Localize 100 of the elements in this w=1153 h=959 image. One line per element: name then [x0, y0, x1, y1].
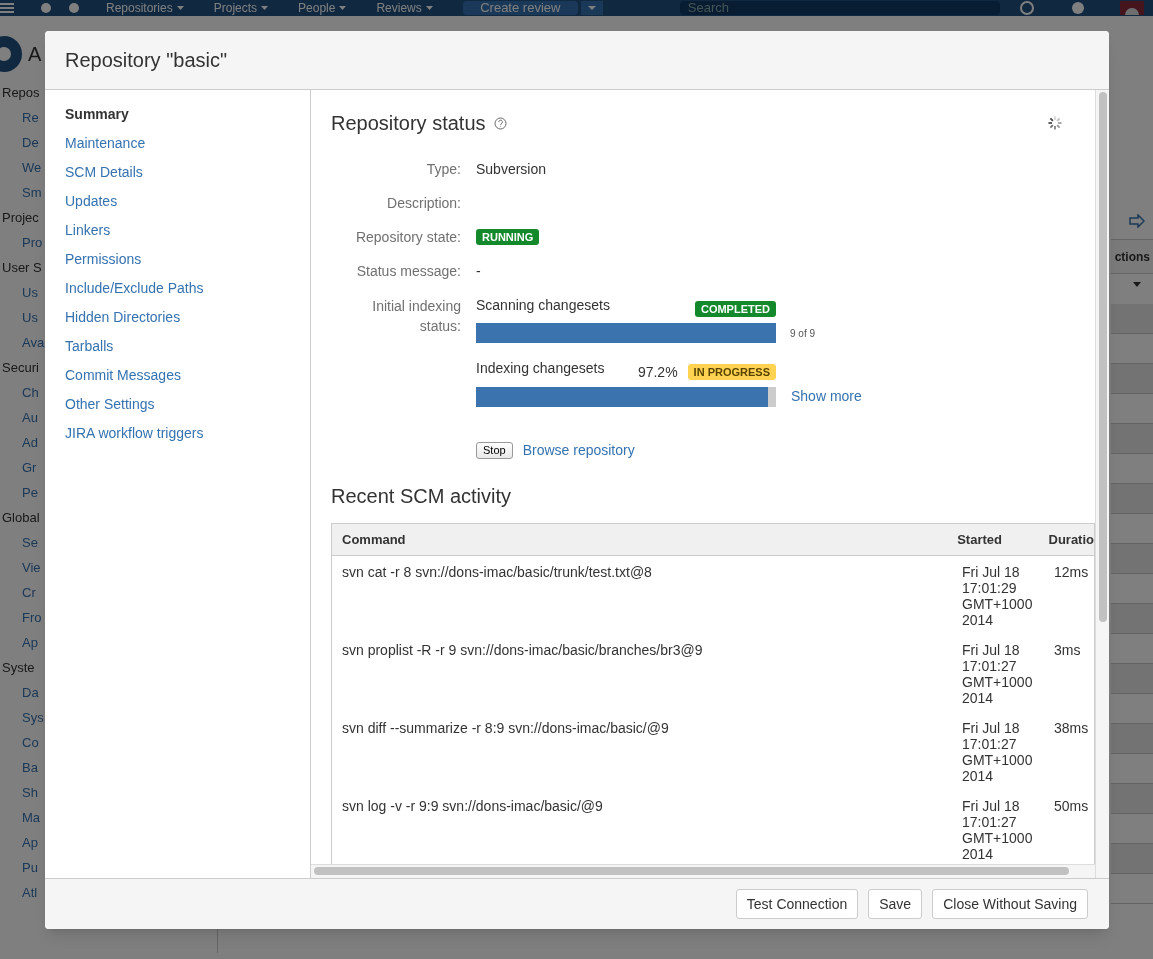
field-label: Status message:	[355, 262, 461, 281]
sidebar-item[interactable]: Sm	[0, 180, 42, 205]
sidebar-item[interactable]: Atl	[0, 880, 38, 905]
caret-icon	[176, 6, 184, 10]
create-review-button[interactable]: Create review	[462, 1, 578, 15]
percent-text: 97.2%	[637, 364, 678, 380]
started-cell-text: Fri Jul 18 17:01:29 GMT+1000 2014	[961, 564, 1034, 628]
sidebar-item[interactable]: Sh	[0, 780, 38, 805]
sidebar-item[interactable]: We	[0, 155, 42, 180]
nav-menu[interactable]: Reviews	[376, 1, 422, 15]
column-header: Command	[341, 530, 407, 549]
help-icon[interactable]	[493, 116, 507, 130]
sidebar-item[interactable]: Sys	[0, 705, 44, 730]
sidebar-item[interactable]: Us	[0, 305, 38, 330]
sidebar-item[interactable]: Au	[0, 405, 38, 430]
horizontal-scrollbar[interactable]	[314, 867, 1069, 875]
started-cell-text: Fri Jul 18 17:01:27 GMT+1000 2014	[961, 720, 1034, 784]
sidebar-heading: Syste	[1, 659, 35, 677]
status-lozenge: RUNNING	[476, 229, 540, 245]
caret-icon	[339, 6, 347, 10]
show-more-link[interactable]: Show more	[791, 386, 862, 407]
stop-button[interactable]: Stop	[476, 442, 513, 459]
sidebar-item[interactable]: Ad	[0, 430, 38, 455]
sidebar-item[interactable]: Ap	[0, 830, 38, 855]
command-cell-text: svn log -v -r 9:9 svn://dons-imac/basic/@9	[341, 798, 604, 816]
sidebar-item[interactable]: De	[0, 130, 39, 155]
nav-link[interactable]: Tarballs	[65, 332, 114, 361]
search-field[interactable]: Search	[679, 1, 1000, 15]
task-label: Scanning changesets	[476, 296, 610, 314]
sidebar-item[interactable]: Ba	[0, 755, 38, 780]
vertical-scrollbar[interactable]	[1099, 92, 1107, 622]
nav-link[interactable]: Summary	[65, 100, 129, 129]
nav-link[interactable]: Other Settings	[65, 390, 155, 419]
sidebar-heading: Projec	[1, 209, 39, 227]
table-row	[1111, 484, 1153, 514]
duration-cell-text: 50ms	[1053, 798, 1089, 816]
sidebar-item[interactable]: Se	[0, 530, 38, 555]
status-lozenge: COMPLETED	[694, 301, 776, 317]
nav-link[interactable]: JIRA workflow triggers	[65, 419, 204, 448]
sidebar-item[interactable]: Re	[0, 105, 39, 130]
field-value: Subversion	[476, 159, 547, 179]
sidebar-item[interactable]: Ma	[0, 805, 41, 830]
field-label: Type:	[425, 160, 461, 179]
started-cell-text: Fri Jul 18 17:01:27 GMT+1000 2014	[961, 642, 1034, 706]
sidebar-item[interactable]: Cr	[0, 580, 36, 605]
sidebar-item[interactable]: Pu	[0, 855, 38, 880]
nav-menu[interactable]: Repositories	[106, 1, 173, 15]
nav-link[interactable]: Linkers	[65, 216, 111, 245]
footer-button[interactable]: Close Without Saving	[932, 889, 1088, 919]
nav-link[interactable]: SCM Details	[65, 158, 143, 187]
sidebar-heading: Repos	[1, 84, 40, 102]
arrow-right-icon[interactable]	[1129, 214, 1145, 228]
caret-icon	[261, 6, 269, 10]
task-label: Indexing changesets	[476, 359, 605, 377]
sidebar-item[interactable]: Us	[0, 280, 38, 305]
field-value: -	[476, 261, 481, 281]
caret-icon	[425, 6, 433, 10]
nav-link[interactable]: Hidden Directories	[65, 303, 181, 332]
footer-button[interactable]: Save	[868, 889, 923, 919]
page-title: A	[28, 42, 42, 67]
sidebar-item[interactable]: Ava	[0, 330, 45, 355]
nav-link[interactable]: Maintenance	[65, 129, 146, 158]
dropdown-icon[interactable]	[580, 1, 603, 15]
duration-cell-text: 38ms	[1053, 720, 1089, 738]
status-lozenge: IN PROGRESS	[687, 364, 776, 380]
avatar-icon[interactable]	[1119, 1, 1144, 15]
sidebar-item[interactable]: Gr	[0, 455, 37, 480]
sidebar-item[interactable]: Da	[0, 680, 39, 705]
table-row	[1111, 304, 1153, 334]
column-header: Duratio	[1047, 530, 1094, 549]
duration-cell-text: 12ms	[1053, 564, 1089, 582]
column-header: Started	[956, 530, 1003, 549]
progress-count: 9 of 9	[790, 326, 816, 341]
sidebar-heading: User S	[1, 259, 42, 277]
section-heading: Recent SCM activity	[331, 484, 512, 509]
nav-link[interactable]: Updates	[65, 187, 118, 216]
command-cell-text: svn diff --summarize -r 8:9 svn://dons-imac/basic/@9	[341, 720, 670, 738]
field-label: Description:	[386, 194, 461, 213]
browse-repository-link[interactable]: Browse repository	[522, 440, 635, 461]
loading-spinner-icon	[1047, 115, 1063, 131]
sidebar-heading: Global	[1, 509, 40, 527]
nav-link[interactable]: Permissions	[65, 245, 142, 274]
caret-icon[interactable]	[1133, 282, 1141, 288]
sidebar-item[interactable]: Ch	[0, 380, 39, 405]
footer-button[interactable]: Test Connection	[735, 889, 859, 919]
nav-menu[interactable]: Projects	[213, 1, 258, 15]
sidebar-item[interactable]: Ap	[0, 630, 38, 655]
menu-icon[interactable]	[0, 3, 14, 13]
table-row	[1111, 364, 1153, 394]
command-cell-text: svn cat -r 8 svn://dons-imac/basic/trunk/test.txt@8	[341, 564, 653, 582]
nav-link[interactable]: Commit Messages	[65, 361, 181, 390]
nav-link[interactable]: Include/Exclude Paths	[65, 274, 204, 303]
sidebar-item[interactable]: Co	[0, 730, 39, 755]
sidebar-item[interactable]: Pe	[0, 480, 38, 505]
dialog-title: Repository "basic"	[65, 48, 228, 73]
sidebar-item[interactable]: Vie	[0, 555, 41, 580]
nav-menu[interactable]: People	[298, 1, 336, 15]
sidebar-item[interactable]: Fro	[0, 605, 42, 630]
sidebar-item[interactable]: Pro	[0, 230, 43, 255]
section-heading: Repository status	[331, 111, 486, 136]
